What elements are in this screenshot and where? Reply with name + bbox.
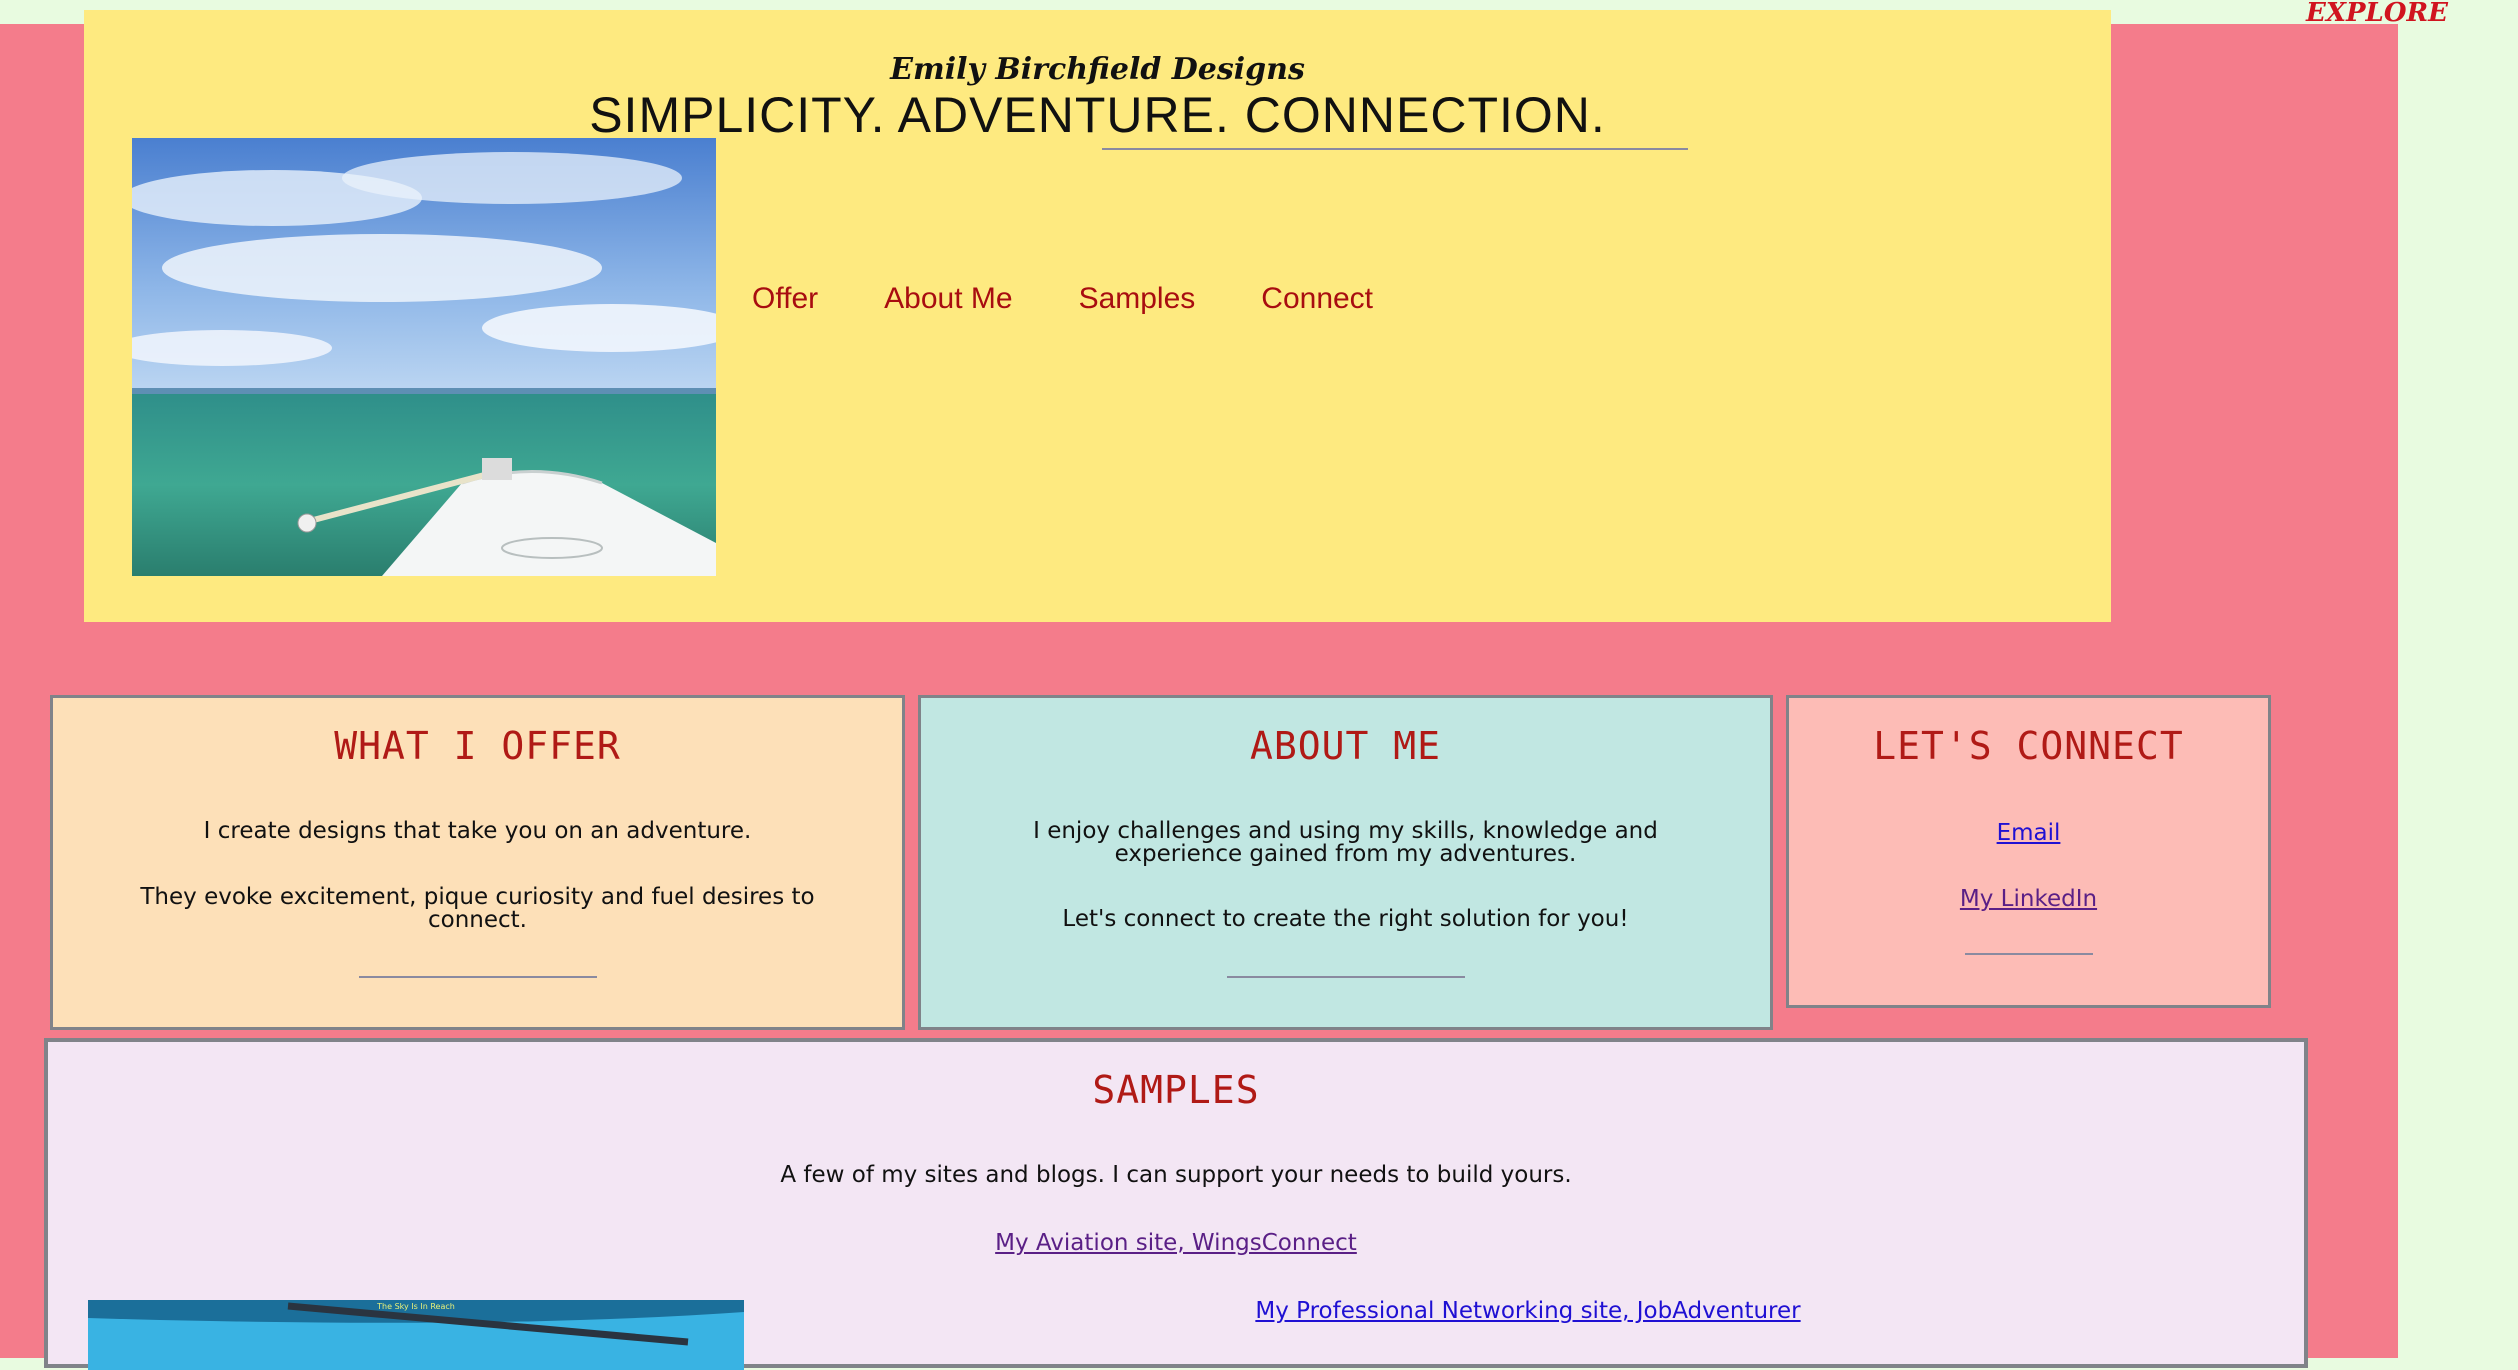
networking-site-link[interactable]: My Professional Networking site, JobAdve… [1228,1298,1828,1324]
hero-image-graphic [132,138,716,576]
samples-title: SAMPLES [1092,1068,1260,1112]
offer-text-1: I create designs that take you on an adv… [203,818,752,844]
about-text-1: I enjoy challenges and using my skills, … [1033,818,1658,867]
email-link[interactable]: Email [1789,820,2268,846]
offer-divider [359,976,597,978]
offer-text-2: They evoke excitement, pique curiosity a… [140,884,815,933]
about-card: ABOUT ME I enjoy challenges and using my… [918,695,1773,1030]
site-header: Emily Birchfield Designs SIMPLICITY. ADV… [84,10,2111,622]
thumbnail-caption: The Sky Is In Reach [377,1302,455,1311]
nav-samples[interactable]: Samples [1079,282,1196,316]
site-tagline: SIMPLICITY. ADVENTURE. CONNECTION. [589,87,1606,143]
about-divider [1227,976,1465,978]
aviation-site-thumbnail[interactable]: The Sky Is In Reach [88,1300,744,1370]
hero-image-sea-boat [132,138,716,576]
aviation-site-link[interactable]: My Aviation site, WingsConnect [48,1230,2304,1256]
linkedin-link[interactable]: My LinkedIn [1789,886,2268,912]
nav-connect[interactable]: Connect [1261,282,1373,316]
nav-offer[interactable]: Offer [752,282,818,316]
header-divider [1102,148,1688,150]
about-text-2: Let's connect to create the right soluti… [1062,906,1629,932]
connect-divider [1965,953,2093,955]
samples-card: SAMPLES A few of my sites and blogs. I c… [44,1038,2308,1370]
offer-title: WHAT I OFFER [334,724,621,768]
main-nav: Offer About Me Samples Connect [752,282,1373,316]
nav-about-me[interactable]: About Me [884,282,1012,316]
offer-card: WHAT I OFFER I create designs that take … [50,695,905,1030]
connect-card: LET'S CONNECT Email My LinkedIn [1786,695,2271,1008]
brand-name: Emily Birchfield Designs [890,52,1305,87]
samples-intro: A few of my sites and blogs. I can suppo… [780,1162,1572,1188]
about-title: ABOUT ME [1249,724,1442,768]
explore-link[interactable]: EXPLORE [2306,0,2448,28]
connect-title: LET'S CONNECT [1873,724,2184,768]
